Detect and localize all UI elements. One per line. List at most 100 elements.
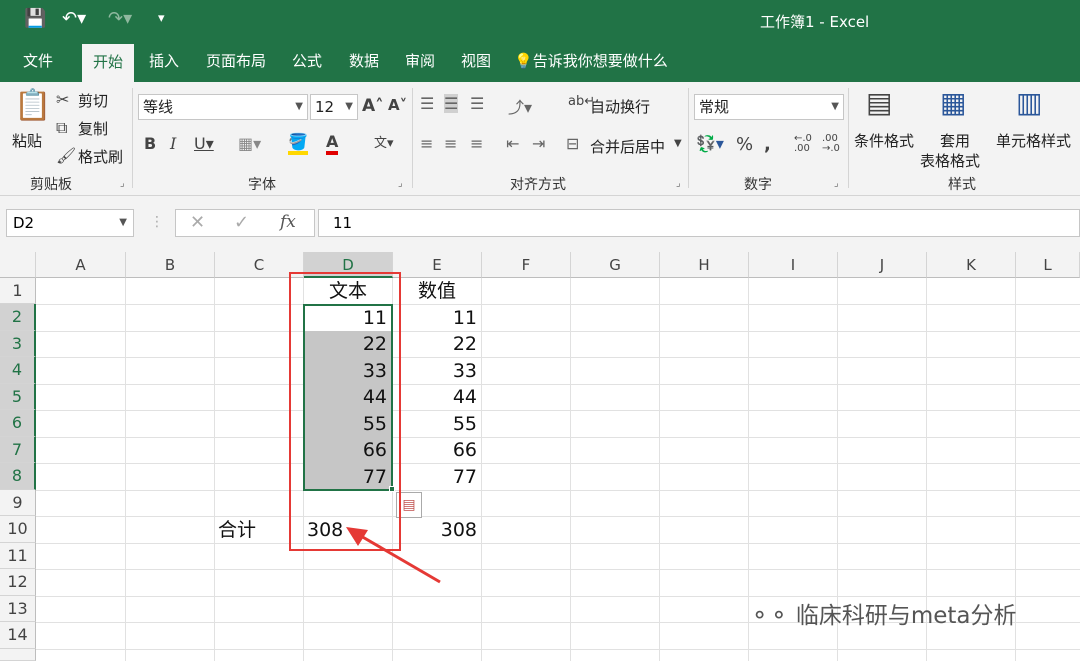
align-middle-icon[interactable]: ☰	[444, 94, 459, 113]
row-header-14[interactable]: 14	[0, 622, 36, 649]
formula-input[interactable]: 11	[318, 209, 1080, 237]
chevron-down-icon[interactable]: ▼	[674, 138, 682, 149]
percent-icon[interactable]: %	[736, 134, 753, 155]
conditional-format-button[interactable]: 条件格式	[854, 130, 914, 151]
format-as-table-label-1[interactable]: 套用	[940, 130, 970, 151]
column-header-f[interactable]: F	[482, 252, 571, 278]
tab-formulas[interactable]: 公式	[284, 40, 330, 82]
tab-view[interactable]: 视图	[452, 40, 500, 82]
row-header-6[interactable]: 6	[0, 410, 36, 437]
enter-icon[interactable]: ✓	[234, 212, 249, 233]
copy-button[interactable]: 复制	[78, 118, 108, 139]
conditional-format-icon[interactable]: ▤	[866, 86, 892, 119]
format-as-table-icon[interactable]: ▦	[940, 86, 966, 119]
row-header-10[interactable]: 10	[0, 516, 36, 543]
row-header-9[interactable]: 9	[0, 490, 36, 516]
cell-e5[interactable]: 44	[392, 384, 481, 410]
column-header-h[interactable]: H	[660, 252, 749, 278]
font-launcher-icon[interactable]: ⌟	[398, 178, 403, 189]
merge-center-button[interactable]: 合并后居中	[590, 136, 665, 157]
font-color-icon[interactable]: A	[326, 132, 339, 155]
row-header-11[interactable]: 11	[0, 543, 36, 569]
column-header-i[interactable]: I	[749, 252, 838, 278]
merge-center-icon[interactable]: ⊟	[566, 134, 579, 153]
underline-icon[interactable]: U▾	[194, 134, 214, 153]
cancel-icon[interactable]: ✕	[190, 212, 205, 233]
column-header-k[interactable]: K	[927, 252, 1016, 278]
format-as-table-button[interactable]: 表格格式	[920, 150, 980, 171]
customize-qat-icon[interactable]: ▾	[158, 11, 165, 26]
comma-style-icon[interactable]: ,	[764, 134, 771, 155]
format-painter-icon[interactable]: 🖌	[56, 146, 76, 165]
row-header-5[interactable]: 5	[0, 384, 36, 410]
column-header-b[interactable]: B	[126, 252, 215, 278]
cell-e1[interactable]: 数值	[392, 278, 482, 304]
decrease-indent-icon[interactable]: ⇤	[506, 134, 519, 153]
redo-icon[interactable]: ↷▾	[108, 8, 132, 29]
italic-icon[interactable]: I	[170, 134, 176, 153]
insert-function-icon[interactable]: fx	[280, 212, 296, 232]
row-header-12[interactable]: 12	[0, 569, 36, 596]
tab-data[interactable]: 数据	[340, 40, 388, 82]
cell-styles-icon[interactable]: ▥	[1016, 86, 1042, 119]
row-header-4[interactable]: 4	[0, 357, 36, 384]
column-header-j[interactable]: J	[838, 252, 927, 278]
cell-e3[interactable]: 22	[392, 331, 481, 357]
column-header-a[interactable]: A	[36, 252, 126, 278]
align-center-icon[interactable]: ≡	[444, 134, 457, 153]
copy-icon[interactable]: ⧉	[56, 118, 67, 138]
align-right-icon[interactable]: ≡	[470, 134, 483, 153]
tab-review[interactable]: 审阅	[396, 40, 444, 82]
undo-icon[interactable]: ↶▾	[62, 8, 86, 29]
select-all-corner[interactable]	[0, 252, 36, 278]
accounting-format-icon[interactable]: 💱▾	[696, 134, 724, 153]
tab-home[interactable]: 开始	[82, 44, 134, 82]
align-top-icon[interactable]: ☰	[420, 94, 434, 113]
cell-e2[interactable]: 11	[392, 305, 481, 331]
increase-decimal-icon[interactable]: ←.0.00	[794, 134, 812, 154]
cell-e7[interactable]: 66	[392, 437, 481, 463]
font-name-select[interactable]: 等线 ▼	[138, 94, 308, 120]
column-header-e[interactable]: E	[393, 252, 482, 278]
tell-me-box[interactable]: 💡告诉我你想要做什么	[514, 40, 684, 82]
column-header-l[interactable]: L	[1016, 252, 1080, 278]
cell-e4[interactable]: 33	[392, 358, 481, 384]
orientation-icon[interactable]: ⤴▾	[508, 94, 532, 118]
phonetic-icon[interactable]: 文▾	[374, 132, 394, 151]
clipboard-launcher-icon[interactable]: ⌟	[120, 178, 125, 189]
row-header-2[interactable]: 2	[0, 304, 36, 331]
cell-e8[interactable]: 77	[392, 464, 481, 490]
row-header-7[interactable]: 7	[0, 437, 36, 463]
tab-page-layout[interactable]: 页面布局	[198, 40, 274, 82]
row-header-13[interactable]: 13	[0, 596, 36, 622]
name-box[interactable]: D2 ▼	[6, 209, 134, 237]
column-header-g[interactable]: G	[571, 252, 660, 278]
number-launcher-icon[interactable]: ⌟	[834, 178, 839, 189]
align-bottom-icon[interactable]: ☰	[470, 94, 484, 113]
tab-file[interactable]: 文件	[10, 40, 66, 82]
fill-color-icon[interactable]: 🪣	[288, 132, 308, 155]
row-header-15[interactable]	[0, 649, 36, 661]
borders-icon[interactable]: ▦▾	[238, 134, 261, 153]
cut-icon[interactable]: ✂	[56, 90, 69, 109]
cell-styles-button[interactable]: 单元格样式	[996, 130, 1071, 151]
paste-icon[interactable]: 📋	[14, 88, 51, 123]
tab-insert[interactable]: 插入	[140, 40, 188, 82]
increase-font-icon[interactable]: A˄	[362, 96, 384, 116]
cut-button[interactable]: 剪切	[78, 90, 108, 111]
increase-indent-icon[interactable]: ⇥	[532, 134, 545, 153]
align-left-icon[interactable]: ≡	[420, 134, 433, 153]
number-format-select[interactable]: 常规 ▼	[694, 94, 844, 120]
font-size-select[interactable]: 12 ▼	[310, 94, 358, 120]
cell-e6[interactable]: 55	[392, 411, 481, 437]
decrease-font-icon[interactable]: A˅	[388, 96, 407, 114]
wrap-text-button[interactable]: 自动换行	[590, 96, 650, 117]
save-icon[interactable]: 💾	[24, 8, 46, 29]
row-header-3[interactable]: 3	[0, 331, 36, 357]
alignment-launcher-icon[interactable]: ⌟	[676, 178, 681, 189]
decrease-decimal-icon[interactable]: .00 →.0	[822, 134, 840, 154]
row-header-8[interactable]: 8	[0, 463, 36, 490]
paste-button[interactable]: 粘贴	[12, 130, 42, 151]
bold-icon[interactable]: B	[144, 134, 156, 153]
format-painter-button[interactable]: 格式刷	[78, 146, 123, 167]
